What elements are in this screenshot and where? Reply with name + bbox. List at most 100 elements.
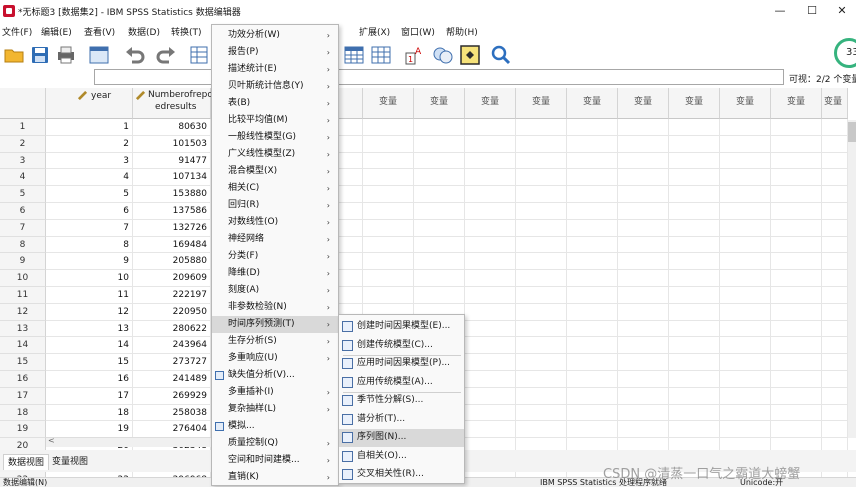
row-number[interactable]: 15 bbox=[0, 354, 46, 371]
cell-numberofreportedresults[interactable]: 91477 bbox=[133, 152, 211, 170]
cell-numberofreportedresults[interactable]: 280622 bbox=[133, 320, 211, 338]
cell-empty[interactable] bbox=[822, 404, 848, 422]
cell-empty[interactable] bbox=[516, 203, 567, 220]
cell-numberofreportedresults[interactable]: 107134 bbox=[133, 169, 211, 187]
cell-empty[interactable] bbox=[465, 404, 516, 422]
row-number[interactable]: 1 bbox=[0, 119, 46, 136]
search-icon[interactable] bbox=[490, 44, 512, 66]
cell-empty[interactable] bbox=[669, 287, 720, 304]
cell-empty[interactable] bbox=[567, 253, 618, 271]
menu-view[interactable]: 查看(V) bbox=[84, 25, 115, 38]
cell-empty[interactable] bbox=[414, 203, 465, 220]
cell-empty[interactable] bbox=[822, 287, 848, 304]
cell-empty[interactable] bbox=[720, 219, 771, 237]
menu-help[interactable]: 帮助(H) bbox=[446, 25, 478, 38]
cell-empty[interactable] bbox=[771, 337, 822, 355]
cell-empty[interactable] bbox=[516, 320, 567, 338]
cell-year[interactable]: 13 bbox=[46, 320, 133, 338]
cell-empty[interactable] bbox=[516, 169, 567, 187]
cell-empty[interactable] bbox=[567, 169, 618, 187]
cell-empty[interactable] bbox=[516, 135, 567, 153]
cell-empty[interactable] bbox=[822, 270, 848, 287]
cell-empty[interactable] bbox=[414, 135, 465, 153]
undo-icon[interactable] bbox=[124, 44, 146, 66]
cell-empty[interactable] bbox=[669, 337, 720, 355]
cell-empty[interactable] bbox=[465, 186, 516, 203]
cell-empty[interactable] bbox=[822, 119, 848, 136]
analyze-menu-item[interactable]: 缺失值分析(V)... bbox=[212, 367, 338, 384]
cell-empty[interactable] bbox=[618, 253, 669, 271]
time-series-menu-item[interactable]: 序列图(N)... bbox=[339, 429, 464, 447]
cell-empty[interactable] bbox=[720, 270, 771, 287]
cell-empty[interactable] bbox=[363, 119, 414, 136]
time-series-menu-item[interactable]: 应用传统模型(A)... bbox=[339, 374, 464, 392]
cell-empty[interactable] bbox=[720, 169, 771, 187]
cell-empty[interactable] bbox=[618, 303, 669, 321]
cell-empty[interactable] bbox=[338, 169, 363, 187]
cell-empty[interactable] bbox=[338, 152, 363, 170]
cell-numberofreportedresults[interactable]: 153880 bbox=[133, 186, 211, 203]
cell-empty[interactable] bbox=[618, 219, 669, 237]
analyze-menu-item[interactable]: 时间序列预测(T) › bbox=[212, 316, 338, 333]
cell-numberofreportedresults[interactable]: 137586 bbox=[133, 203, 211, 220]
menu-file[interactable]: 文件(F) bbox=[2, 25, 32, 38]
cell-empty[interactable] bbox=[516, 421, 567, 439]
cell-empty[interactable] bbox=[567, 371, 618, 388]
cell-empty[interactable] bbox=[720, 337, 771, 355]
cell-empty[interactable] bbox=[720, 119, 771, 136]
analyze-menu-item[interactable]: 多重响应(U) › bbox=[212, 350, 338, 367]
split-file-icon[interactable] bbox=[370, 44, 392, 66]
cell-empty[interactable] bbox=[618, 236, 669, 254]
cell-empty[interactable] bbox=[363, 270, 414, 287]
cell-empty[interactable] bbox=[465, 119, 516, 136]
cell-empty[interactable] bbox=[338, 219, 363, 237]
cell-year[interactable]: 5 bbox=[46, 186, 133, 203]
cell-empty[interactable] bbox=[669, 169, 720, 187]
cell-empty[interactable] bbox=[414, 236, 465, 254]
cell-empty[interactable] bbox=[363, 186, 414, 203]
analyze-menu-item[interactable]: 混合模型(X) › bbox=[212, 163, 338, 180]
analyze-menu-item[interactable]: 模拟... bbox=[212, 418, 338, 435]
cell-empty[interactable] bbox=[465, 337, 516, 355]
row-number[interactable]: 5 bbox=[0, 186, 46, 203]
cell-empty[interactable] bbox=[338, 236, 363, 254]
cell-empty[interactable] bbox=[567, 404, 618, 422]
tab-variable-view[interactable]: 变量视图 bbox=[48, 454, 92, 470]
cell-year[interactable]: 11 bbox=[46, 287, 133, 304]
cell-empty[interactable] bbox=[669, 186, 720, 203]
cell-year[interactable]: 16 bbox=[46, 371, 133, 388]
redo-icon[interactable] bbox=[155, 44, 177, 66]
analyze-menu-item[interactable]: 质量控制(Q) › bbox=[212, 435, 338, 452]
cell-year[interactable]: 2 bbox=[46, 135, 133, 153]
cell-empty[interactable] bbox=[822, 219, 848, 237]
column-header-empty[interactable] bbox=[338, 88, 363, 119]
column-header-empty[interactable]: 变量 bbox=[414, 88, 465, 119]
cell-empty[interactable] bbox=[720, 253, 771, 271]
close-button[interactable]: ✕ bbox=[827, 2, 856, 20]
cell-empty[interactable] bbox=[567, 236, 618, 254]
cell-empty[interactable] bbox=[618, 320, 669, 338]
dialog-recall-icon[interactable] bbox=[88, 44, 110, 66]
cell-empty[interactable] bbox=[516, 152, 567, 170]
time-series-menu-item[interactable]: 创建传统模型(C)... bbox=[339, 337, 464, 355]
cell-empty[interactable] bbox=[516, 253, 567, 271]
spelling-icon[interactable] bbox=[459, 44, 481, 66]
cell-empty[interactable] bbox=[618, 404, 669, 422]
cell-empty[interactable] bbox=[720, 421, 771, 439]
menu-window[interactable]: 窗口(W) bbox=[401, 25, 435, 38]
cell-year[interactable]: 9 bbox=[46, 253, 133, 271]
cell-year[interactable]: 6 bbox=[46, 203, 133, 220]
analyze-menu-item[interactable]: 刻度(A) › bbox=[212, 282, 338, 299]
analyze-menu-item[interactable]: 空间和时间建模... › bbox=[212, 452, 338, 469]
cell-empty[interactable] bbox=[669, 387, 720, 405]
analyze-menu-item[interactable]: 描述统计(E) › bbox=[212, 61, 338, 78]
cell-empty[interactable] bbox=[618, 169, 669, 187]
time-series-menu-item[interactable]: 谱分析(T)... bbox=[339, 411, 464, 429]
cell-empty[interactable] bbox=[465, 421, 516, 439]
row-number[interactable]: 14 bbox=[0, 337, 46, 355]
value-labels-icon[interactable]: 1 A bbox=[404, 44, 426, 66]
analyze-menu-item[interactable]: 生存分析(S) › bbox=[212, 333, 338, 350]
cell-empty[interactable] bbox=[465, 320, 516, 338]
cell-numberofreportedresults[interactable]: 205880 bbox=[133, 253, 211, 271]
analyze-menu-item[interactable]: 表(B) › bbox=[212, 95, 338, 112]
